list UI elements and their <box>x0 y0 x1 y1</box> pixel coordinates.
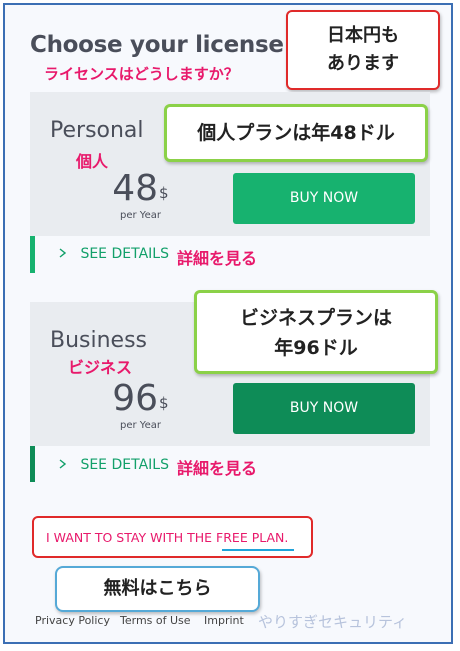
plan-price: 48 <box>112 168 158 209</box>
see-details-annotation: 詳細を見る <box>177 249 258 268</box>
see-details-label: SEE DETAILS <box>80 246 169 262</box>
see-details-label: SEE DETAILS <box>80 457 169 473</box>
free-plan-suffix: . <box>284 530 289 545</box>
price-period: per Year <box>120 420 161 431</box>
plan-price: 96 <box>112 378 158 419</box>
terms-of-use-link[interactable]: Terms of Use <box>120 614 191 627</box>
yen-callout: 日本円も あります <box>286 10 440 90</box>
yen-callout-line1: 日本円も <box>327 25 399 46</box>
chevron-right-icon <box>59 246 68 262</box>
plan-name: Business <box>50 328 148 353</box>
price-currency: $ <box>159 184 169 202</box>
yen-callout-line2: あります <box>327 53 399 74</box>
chevron-right-icon <box>59 457 68 473</box>
personal-see-details-link[interactable]: SEE DETAILS <box>59 246 169 262</box>
free-plan-link-text[interactable]: FREE PLAN <box>216 530 284 545</box>
business-callout-line2: 年96ドル <box>274 337 358 359</box>
personal-buy-now-button[interactable]: BUY NOW <box>233 173 415 224</box>
free-plan-underline <box>222 549 294 551</box>
business-see-details-link[interactable]: SEE DETAILS <box>59 457 169 473</box>
page-title: Choose your license <box>30 32 284 58</box>
privacy-policy-link[interactable]: Privacy Policy <box>35 614 110 627</box>
price-period: per Year <box>120 210 161 221</box>
see-details-annotation: 詳細を見る <box>177 459 258 478</box>
plan-name-annotation: ビジネス <box>68 358 133 377</box>
imprint-link[interactable]: Imprint <box>204 614 244 627</box>
free-plan-callout: 無料はこちら <box>55 566 260 612</box>
free-plan-link[interactable]: I WANT TO STAY WITH THE FREE PLAN. <box>46 530 288 545</box>
business-price-callout: ビジネスプランは 年96ドル <box>194 290 438 374</box>
business-buy-now-button[interactable]: BUY NOW <box>233 383 415 434</box>
page-subtitle-annotation: ライセンスはどうしますか？ <box>44 65 239 83</box>
plan-name: Personal <box>50 118 144 143</box>
watermark: やりすぎセキュリティ <box>258 613 408 631</box>
free-plan-prefix: I WANT TO STAY WITH THE <box>46 530 217 545</box>
personal-price-callout: 個人プランは年48ドル <box>164 104 428 162</box>
business-callout-line1: ビジネスプランは <box>239 307 392 329</box>
price-currency: $ <box>159 394 169 412</box>
